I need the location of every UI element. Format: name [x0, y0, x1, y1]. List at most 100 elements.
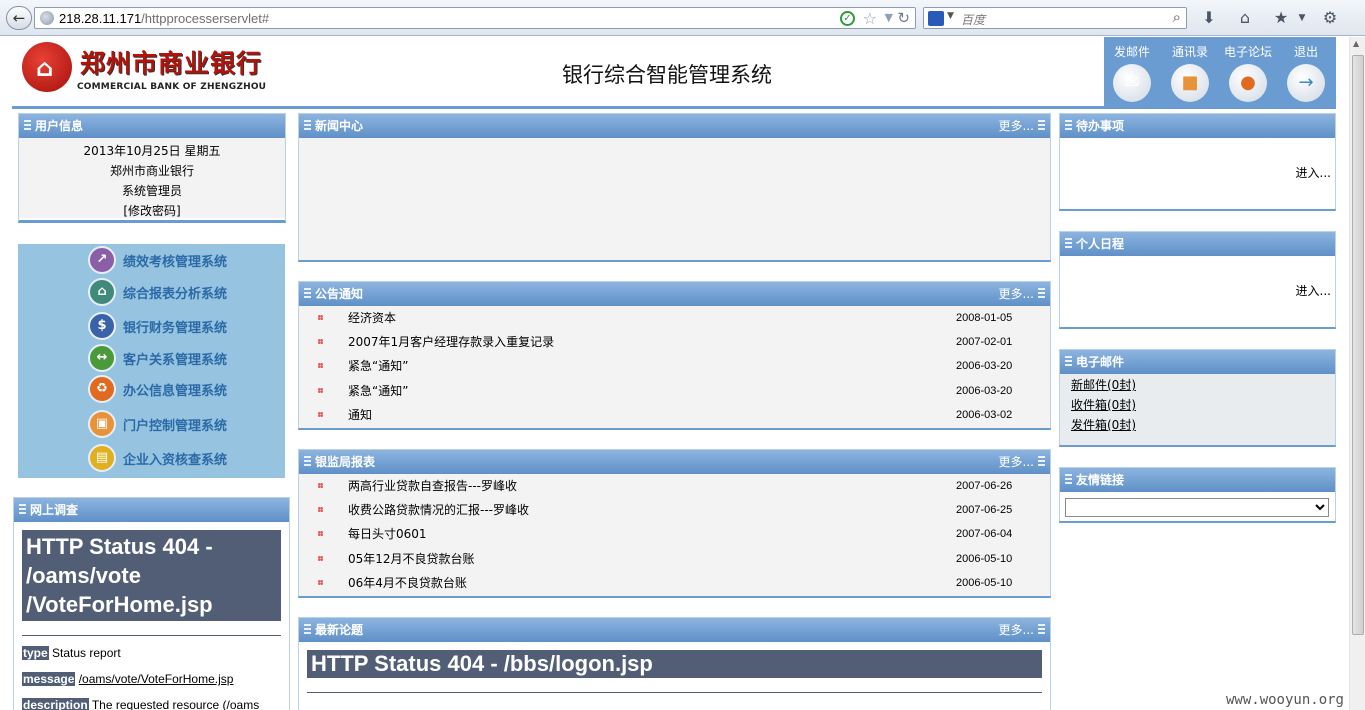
schedule-enter-link[interactable]: 进入... [1296, 282, 1331, 299]
send-mail-link[interactable]: 发邮件 ✉ [1104, 43, 1160, 102]
grip-icon [1065, 120, 1072, 132]
error-message: message /oams/vote/VoteForHome.jsp [22, 672, 281, 686]
list-item[interactable]: 紧急“通知” 2006-03-20 [299, 354, 1050, 378]
back-button[interactable]: ← [6, 6, 32, 30]
regulator-reports-panel: 银监局报表 更多... 两高行业贷款自查报告---罗峰收 2007-06-26 收费… [298, 449, 1051, 598]
bullet-icon [318, 531, 323, 537]
history-dropdown-icon[interactable]: ▼ [885, 11, 893, 24]
todo-enter-link[interactable]: 进入... [1296, 164, 1331, 181]
panel-title: 网上调查 [30, 503, 79, 517]
panel-title: 电子邮件 [1076, 355, 1125, 369]
item-date: 2007-02-01 [956, 336, 1013, 349]
top-links: 发邮件 ✉ 通讯录 ■ 电子论坛 ● 退出 → [1104, 37, 1336, 109]
bank-logo[interactable]: ⌂ 郑州市商业银行 COMMERCIAL BANK OF ZHENGZHOU [22, 42, 266, 102]
reload-icon[interactable]: ↻ [897, 9, 910, 27]
bookmark-star-icon[interactable]: ☆ [863, 9, 877, 28]
survey-panel: 网上调查 HTTP Status 404 - /oams/vote /VoteF… [13, 497, 290, 710]
bullet-icon [318, 555, 323, 561]
item-title[interactable]: 2007年1月客户经理存款录入重复记录 [348, 330, 554, 354]
exit-icon: → [1287, 64, 1325, 102]
item-title[interactable]: 收费公路贷款情况的汇报---罗峰收 [348, 498, 529, 522]
address-book-icon: ■ [1171, 64, 1209, 102]
error-type-key: type [22, 646, 49, 660]
panel-title: 新闻中心 [315, 119, 364, 133]
web-page: ⌂ 郑州市商业银行 COMMERCIAL BANK OF ZHENGZHOU 银… [0, 37, 1348, 710]
download-icon[interactable]: ⬇ [1199, 9, 1219, 27]
user-info-panel: 用户信息 2013年10月25日 星期五 郑州市商业银行 系统管理员 [修改密码… [18, 113, 286, 223]
page-header: ⌂ 郑州市商业银行 COMMERCIAL BANK OF ZHENGZHOU 银… [12, 37, 1336, 109]
list-item[interactable]: 两高行业贷款自查报告---罗峰收 2007-06-26 [299, 474, 1050, 498]
search-icon[interactable]: ⌕ [1173, 8, 1181, 26]
list-item[interactable]: 紧急“通知” 2006-03-20 [299, 379, 1050, 403]
item-date: 2007-06-26 [956, 480, 1013, 492]
list-item[interactable]: 06年4月不良贷款台账 2006-05-10 [299, 571, 1050, 595]
grip-icon [1038, 288, 1045, 300]
bank-logo-mark-icon: ⌂ [22, 42, 72, 92]
system-item-label: 客户关系管理系统 [123, 353, 228, 368]
list-item[interactable]: 05年12月不良贷款台账 2006-05-10 [299, 547, 1050, 571]
logout-link[interactable]: 退出 → [1278, 43, 1334, 102]
home-icon[interactable]: ⌂ [1235, 9, 1255, 27]
panel-title: 公告通知 [315, 287, 364, 301]
grip-icon [304, 120, 311, 132]
engine-dropdown-icon[interactable]: ▼ [947, 11, 954, 21]
search-engine-icon[interactable] [928, 11, 944, 26]
new-mail-link[interactable]: 新邮件(0封) [1071, 375, 1335, 395]
user-org: 郑州市商业银行 [109, 164, 194, 178]
item-title[interactable]: 每日头寸0601 [348, 522, 427, 546]
error-description-key: description [22, 698, 89, 710]
item-date: 2006-05-10 [956, 552, 1013, 565]
panel-header: 新闻中心 更多... [299, 114, 1050, 138]
search-box[interactable]: ▼ 百度 ⌕ [923, 7, 1187, 29]
url-text[interactable]: 218.28.11.171/httpprocesserservlet# [59, 11, 269, 26]
more-link[interactable]: 更多... [999, 282, 1034, 306]
item-title[interactable]: 06年4月不良贷款台账 [348, 571, 467, 595]
inbox-link[interactable]: 收件箱(0封) [1071, 395, 1335, 415]
user-role: 系统管理员 [121, 184, 182, 198]
bookmarks-menu-icon[interactable]: ★ [1271, 9, 1291, 27]
item-title[interactable]: 紧急“通知” [348, 354, 408, 378]
bullet-icon [318, 483, 323, 488]
change-password-link[interactable]: [修改密码] [19, 201, 285, 221]
address-book-link[interactable]: 通讯录 ■ [1162, 43, 1218, 102]
secure-check-icon: ✓ [840, 11, 855, 26]
more-link[interactable]: 更多... [999, 618, 1034, 642]
more-link[interactable]: 更多... [999, 114, 1034, 138]
todo-panel: 待办事项 进入... [1059, 113, 1336, 211]
announcements-panel: 公告通知 更多... 经济资本 2008-01-05 2007年1月客户经理存款录入… [298, 281, 1051, 430]
list-item[interactable]: 2007年1月客户经理存款录入重复记录 2007-02-01 [299, 330, 1050, 354]
list-item[interactable]: 通知 2006-03-02 [299, 403, 1050, 427]
back-arrow-icon: ← [12, 9, 26, 27]
system-item-label: 综合报表分析系统 [123, 287, 228, 302]
list-item[interactable]: 经济资本 2008-01-05 [299, 306, 1050, 330]
list-item[interactable]: 每日头寸0601 2007-06-04 [299, 522, 1050, 546]
forum-link[interactable]: 电子论坛 ● [1220, 43, 1276, 102]
current-date: 2013年10月25日 星期五 [83, 144, 221, 158]
address-bar[interactable]: 218.28.11.171/httpprocesserservlet# ✓ ☆ … [34, 7, 916, 29]
list-item[interactable]: 收费公路贷款情况的汇报---罗峰收 2007-06-25 [299, 498, 1050, 522]
item-title[interactable]: 05年12月不良贷款台账 [348, 547, 475, 571]
bank-name-cn: 郑州市商业银行 [80, 49, 263, 78]
item-title[interactable]: 通知 [348, 403, 372, 427]
vertical-scrollbar[interactable]: ▲ [1349, 37, 1365, 710]
error-title: HTTP Status 404 - /oams/vote /VoteForHom… [22, 530, 281, 621]
error-description-value: The requested resource (/oams [91, 698, 260, 710]
bookmarks-dropdown-icon[interactable]: ▼ [1292, 9, 1312, 27]
item-title[interactable]: 紧急“通知” [348, 379, 408, 403]
panel-title: 友情链接 [1076, 473, 1125, 487]
page-title: 银行综合智能管理系统 [562, 63, 772, 87]
item-title[interactable]: 两高行业贷款自查报告---罗峰收 [348, 474, 517, 498]
scroll-up-icon[interactable]: ▲ [1353, 39, 1359, 48]
addon-icon[interactable]: ⚙ [1320, 9, 1340, 27]
friend-links-panel: 友情链接 [1059, 467, 1336, 523]
item-title[interactable]: 经济资本 [348, 306, 396, 330]
report-icon: ⌂ [88, 278, 116, 306]
forum-icon: ● [1229, 64, 1267, 102]
more-link[interactable]: 更多... [999, 450, 1034, 474]
friend-links-select[interactable] [1065, 498, 1329, 517]
scrollbar-thumb[interactable] [1352, 55, 1364, 635]
mail-icon: ✉ [1113, 64, 1151, 102]
item-date: 2006-03-20 [956, 384, 1013, 397]
item-date: 2008-01-05 [956, 312, 1013, 324]
outbox-link[interactable]: 发件箱(0封) [1071, 415, 1335, 435]
